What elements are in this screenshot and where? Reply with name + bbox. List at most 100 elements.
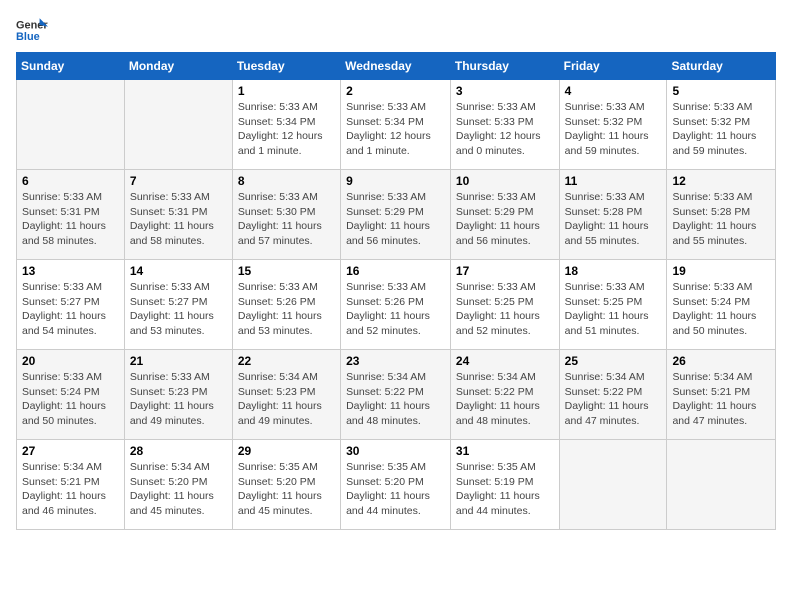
calendar-cell: 18Sunrise: 5:33 AMSunset: 5:25 PMDayligh… bbox=[559, 260, 667, 350]
calendar-cell: 15 Sunrise: 5:33 AMSunset: 5:26 PMDayligh… bbox=[232, 260, 340, 350]
calendar-header-day: Friday bbox=[559, 53, 667, 80]
cell-sun-info: Sunrise: 5:33 AMSunset: 5:27 PMDaylight:… bbox=[130, 280, 227, 339]
calendar-cell: 10Sunrise: 5:33 AMSunset: 5:29 PMDayligh… bbox=[450, 170, 559, 260]
calendar-cell: 22 Sunrise: 5:34 AMSunset: 5:23 PMDayligh… bbox=[232, 350, 340, 440]
calendar-cell: 23Sunrise: 5:34 AMSunset: 5:22 PMDayligh… bbox=[341, 350, 451, 440]
calendar-cell bbox=[559, 440, 667, 530]
cell-sun-info: Sunrise: 5:34 AMSunset: 5:20 PMDaylight:… bbox=[130, 460, 227, 519]
cell-sun-info: Sunrise: 5:33 AMSunset: 5:26 PMDaylight:… bbox=[238, 280, 335, 339]
day-number: 20 bbox=[22, 354, 119, 368]
calendar-cell: 31Sunrise: 5:35 AMSunset: 5:19 PMDayligh… bbox=[450, 440, 559, 530]
cell-sun-info: Sunrise: 5:33 AMSunset: 5:31 PMDaylight:… bbox=[22, 190, 119, 249]
day-number: 11 bbox=[565, 174, 662, 188]
day-number: 7 bbox=[130, 174, 227, 188]
svg-text:Blue: Blue bbox=[16, 31, 40, 43]
calendar-week-row: 13 Sunrise: 5:33 AMSunset: 5:27 PMDayligh… bbox=[17, 260, 776, 350]
day-number: 8 bbox=[238, 174, 335, 188]
calendar-cell: 21 Sunrise: 5:33 AMSunset: 5:23 PMDayligh… bbox=[124, 350, 232, 440]
calendar-cell: 11 Sunrise: 5:33 AMSunset: 5:28 PMDayligh… bbox=[559, 170, 667, 260]
calendar-header-day: Saturday bbox=[667, 53, 776, 80]
cell-sun-info: Sunrise: 5:34 AMSunset: 5:22 PMDaylight:… bbox=[346, 370, 445, 429]
cell-sun-info: Sunrise: 5:33 AMSunset: 5:25 PMDaylight:… bbox=[565, 280, 662, 339]
cell-sun-info: Sunrise: 5:33 AMSunset: 5:30 PMDaylight:… bbox=[238, 190, 335, 249]
cell-sun-info: Sunrise: 5:33 AMSunset: 5:24 PMDaylight:… bbox=[672, 280, 770, 339]
day-number: 22 bbox=[238, 354, 335, 368]
calendar-cell: 5 Sunrise: 5:33 AMSunset: 5:32 PMDaylight… bbox=[667, 80, 776, 170]
page-header: General Blue bbox=[16, 16, 776, 44]
calendar-cell: 2 Sunrise: 5:33 AMSunset: 5:34 PMDaylight… bbox=[341, 80, 451, 170]
calendar-header-day: Sunday bbox=[17, 53, 125, 80]
calendar-cell: 17 Sunrise: 5:33 AMSunset: 5:25 PMDayligh… bbox=[450, 260, 559, 350]
day-number: 16 bbox=[346, 264, 445, 278]
day-number: 27 bbox=[22, 444, 119, 458]
day-number: 9 bbox=[346, 174, 445, 188]
calendar-cell: 30 Sunrise: 5:35 AMSunset: 5:20 PMDayligh… bbox=[341, 440, 451, 530]
calendar-header-day: Monday bbox=[124, 53, 232, 80]
calendar-week-row: 20 Sunrise: 5:33 AMSunset: 5:24 PMDayligh… bbox=[17, 350, 776, 440]
calendar-week-row: 1 Sunrise: 5:33 AMSunset: 5:34 PMDaylight… bbox=[17, 80, 776, 170]
day-number: 17 bbox=[456, 264, 554, 278]
day-number: 25 bbox=[565, 354, 662, 368]
cell-sun-info: Sunrise: 5:33 AMSunset: 5:27 PMDaylight:… bbox=[22, 280, 119, 339]
day-number: 14 bbox=[130, 264, 227, 278]
calendar-table: SundayMondayTuesdayWednesdayThursdayFrid… bbox=[16, 52, 776, 530]
calendar-cell: 12Sunrise: 5:33 AMSunset: 5:28 PMDayligh… bbox=[667, 170, 776, 260]
day-number: 5 bbox=[672, 84, 770, 98]
day-number: 28 bbox=[130, 444, 227, 458]
cell-sun-info: Sunrise: 5:33 AMSunset: 5:33 PMDaylight:… bbox=[456, 100, 554, 159]
calendar-cell: 16 Sunrise: 5:33 AMSunset: 5:26 PMDayligh… bbox=[341, 260, 451, 350]
day-number: 15 bbox=[238, 264, 335, 278]
calendar-cell bbox=[17, 80, 125, 170]
cell-sun-info: Sunrise: 5:33 AMSunset: 5:24 PMDaylight:… bbox=[22, 370, 119, 429]
cell-sun-info: Sunrise: 5:33 AMSunset: 5:29 PMDaylight:… bbox=[456, 190, 554, 249]
cell-sun-info: Sunrise: 5:35 AMSunset: 5:19 PMDaylight:… bbox=[456, 460, 554, 519]
calendar-cell: 9 Sunrise: 5:33 AMSunset: 5:29 PMDaylight… bbox=[341, 170, 451, 260]
day-number: 21 bbox=[130, 354, 227, 368]
cell-sun-info: Sunrise: 5:33 AMSunset: 5:23 PMDaylight:… bbox=[130, 370, 227, 429]
day-number: 12 bbox=[672, 174, 770, 188]
cell-sun-info: Sunrise: 5:34 AMSunset: 5:21 PMDaylight:… bbox=[672, 370, 770, 429]
logo-icon: General Blue bbox=[16, 16, 48, 44]
calendar-cell: 28 Sunrise: 5:34 AMSunset: 5:20 PMDayligh… bbox=[124, 440, 232, 530]
calendar-cell: 4 Sunrise: 5:33 AMSunset: 5:32 PMDaylight… bbox=[559, 80, 667, 170]
day-number: 1 bbox=[238, 84, 335, 98]
calendar-cell: 27 Sunrise: 5:34 AMSunset: 5:21 PMDayligh… bbox=[17, 440, 125, 530]
cell-sun-info: Sunrise: 5:33 AMSunset: 5:25 PMDaylight:… bbox=[456, 280, 554, 339]
calendar-cell: 14 Sunrise: 5:33 AMSunset: 5:27 PMDayligh… bbox=[124, 260, 232, 350]
day-number: 6 bbox=[22, 174, 119, 188]
cell-sun-info: Sunrise: 5:33 AMSunset: 5:29 PMDaylight:… bbox=[346, 190, 445, 249]
calendar-header-day: Thursday bbox=[450, 53, 559, 80]
cell-sun-info: Sunrise: 5:33 AMSunset: 5:34 PMDaylight:… bbox=[346, 100, 445, 159]
calendar-cell bbox=[124, 80, 232, 170]
cell-sun-info: Sunrise: 5:35 AMSunset: 5:20 PMDaylight:… bbox=[346, 460, 445, 519]
calendar-cell bbox=[667, 440, 776, 530]
cell-sun-info: Sunrise: 5:35 AMSunset: 5:20 PMDaylight:… bbox=[238, 460, 335, 519]
calendar-week-row: 27 Sunrise: 5:34 AMSunset: 5:21 PMDayligh… bbox=[17, 440, 776, 530]
day-number: 29 bbox=[238, 444, 335, 458]
calendar-cell: 13 Sunrise: 5:33 AMSunset: 5:27 PMDayligh… bbox=[17, 260, 125, 350]
day-number: 24 bbox=[456, 354, 554, 368]
calendar-cell: 8 Sunrise: 5:33 AMSunset: 5:30 PMDaylight… bbox=[232, 170, 340, 260]
cell-sun-info: Sunrise: 5:33 AMSunset: 5:32 PMDaylight:… bbox=[565, 100, 662, 159]
day-number: 26 bbox=[672, 354, 770, 368]
cell-sun-info: Sunrise: 5:33 AMSunset: 5:34 PMDaylight:… bbox=[238, 100, 335, 159]
day-number: 13 bbox=[22, 264, 119, 278]
cell-sun-info: Sunrise: 5:33 AMSunset: 5:28 PMDaylight:… bbox=[565, 190, 662, 249]
day-number: 2 bbox=[346, 84, 445, 98]
cell-sun-info: Sunrise: 5:34 AMSunset: 5:22 PMDaylight:… bbox=[456, 370, 554, 429]
calendar-cell: 20 Sunrise: 5:33 AMSunset: 5:24 PMDayligh… bbox=[17, 350, 125, 440]
cell-sun-info: Sunrise: 5:33 AMSunset: 5:26 PMDaylight:… bbox=[346, 280, 445, 339]
logo: General Blue bbox=[16, 16, 48, 44]
cell-sun-info: Sunrise: 5:34 AMSunset: 5:23 PMDaylight:… bbox=[238, 370, 335, 429]
calendar-cell: 6 Sunrise: 5:33 AMSunset: 5:31 PMDaylight… bbox=[17, 170, 125, 260]
calendar-cell: 25Sunrise: 5:34 AMSunset: 5:22 PMDayligh… bbox=[559, 350, 667, 440]
day-number: 30 bbox=[346, 444, 445, 458]
calendar-cell: 29 Sunrise: 5:35 AMSunset: 5:20 PMDayligh… bbox=[232, 440, 340, 530]
cell-sun-info: Sunrise: 5:34 AMSunset: 5:21 PMDaylight:… bbox=[22, 460, 119, 519]
day-number: 4 bbox=[565, 84, 662, 98]
calendar-cell: 3Sunrise: 5:33 AMSunset: 5:33 PMDaylight… bbox=[450, 80, 559, 170]
cell-sun-info: Sunrise: 5:33 AMSunset: 5:31 PMDaylight:… bbox=[130, 190, 227, 249]
calendar-cell: 1 Sunrise: 5:33 AMSunset: 5:34 PMDaylight… bbox=[232, 80, 340, 170]
calendar-header-day: Tuesday bbox=[232, 53, 340, 80]
cell-sun-info: Sunrise: 5:33 AMSunset: 5:32 PMDaylight:… bbox=[672, 100, 770, 159]
